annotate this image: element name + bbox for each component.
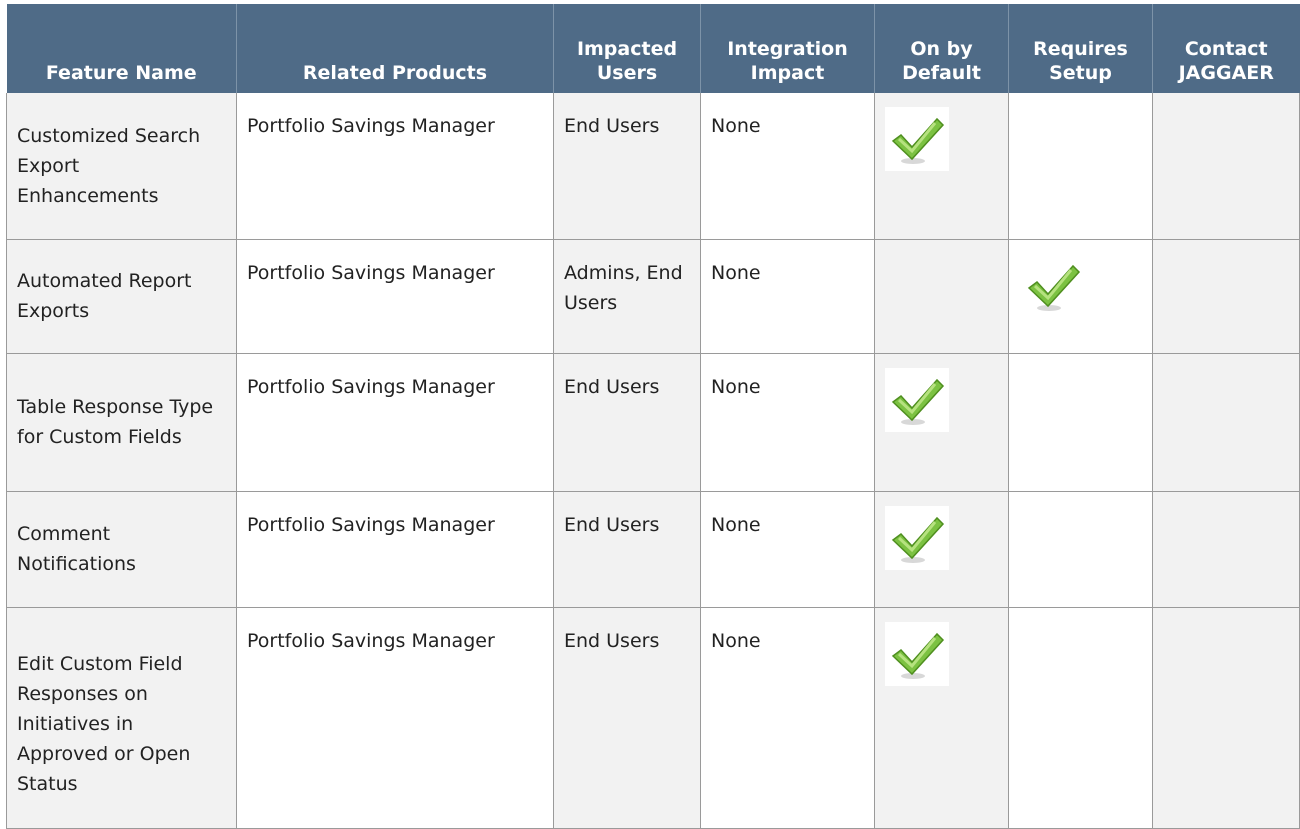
requires-setup-cell	[1008, 607, 1153, 829]
integration-impact-cell: None	[700, 353, 875, 492]
impacted-users-cell: End Users	[553, 353, 701, 492]
table-row: Customized Search Export Enhancements Po…	[6, 93, 1300, 240]
impacted-users-cell: End Users	[553, 491, 701, 608]
related-products-cell: Portfolio Savings Manager	[236, 607, 554, 829]
on-by-default-cell	[874, 491, 1009, 608]
checkmark-icon	[885, 505, 949, 570]
requires-setup-cell	[1008, 353, 1153, 492]
table-row: Automated Report Exports Portfolio Savin…	[6, 239, 1300, 354]
feature-name-cell: Comment Notifications	[6, 491, 237, 608]
related-products-cell: Portfolio Savings Manager	[236, 491, 554, 608]
on-by-default-cell	[874, 239, 1009, 354]
checkmark-icon	[885, 107, 949, 171]
feature-table-container: Feature Name Related Products Impacted U…	[6, 4, 1300, 829]
requires-setup-cell	[1008, 93, 1153, 240]
table-row: Comment Notifications Portfolio Savings …	[6, 491, 1300, 608]
feature-name-cell: Edit Custom Field Responses on Initiativ…	[6, 607, 237, 829]
header-related-products: Related Products	[236, 4, 554, 93]
feature-name-cell: Automated Report Exports	[6, 239, 237, 354]
contact-jaggaer-cell	[1152, 93, 1300, 240]
related-products-cell: Portfolio Savings Manager	[236, 239, 554, 354]
header-contact-jaggaer: Contact JAGGAER	[1152, 4, 1300, 93]
contact-jaggaer-cell	[1152, 353, 1300, 492]
impacted-users-cell: End Users	[553, 93, 701, 240]
table-row: Table Response Type for Custom Fields Po…	[6, 353, 1300, 492]
contact-jaggaer-cell	[1152, 239, 1300, 354]
feature-name-cell: Customized Search Export Enhancements	[6, 93, 237, 240]
impacted-users-cell: Admins, End Users	[553, 239, 701, 354]
checkmark-icon	[885, 621, 949, 686]
related-products-cell: Portfolio Savings Manager	[236, 93, 554, 240]
feature-table: Feature Name Related Products Impacted U…	[6, 4, 1300, 829]
on-by-default-cell	[874, 93, 1009, 240]
checkmark-icon	[885, 367, 949, 432]
on-by-default-cell	[874, 353, 1009, 492]
on-by-default-cell	[874, 607, 1009, 829]
requires-setup-cell	[1008, 491, 1153, 608]
header-feature-name: Feature Name	[6, 4, 237, 93]
table-row: Edit Custom Field Responses on Initiativ…	[6, 607, 1300, 829]
impacted-users-cell: End Users	[553, 607, 701, 829]
integration-impact-cell: None	[700, 607, 875, 829]
header-requires-setup: Requires Setup	[1008, 4, 1153, 93]
checkmark-icon	[1021, 253, 1085, 318]
table-header-row: Feature Name Related Products Impacted U…	[6, 4, 1300, 93]
contact-jaggaer-cell	[1152, 607, 1300, 829]
feature-name-cell: Table Response Type for Custom Fields	[6, 353, 237, 492]
header-on-by-default: On by Default	[874, 4, 1009, 93]
header-integration-impact: Integration Impact	[700, 4, 875, 93]
integration-impact-cell: None	[700, 239, 875, 354]
contact-jaggaer-cell	[1152, 491, 1300, 608]
integration-impact-cell: None	[700, 93, 875, 240]
integration-impact-cell: None	[700, 491, 875, 608]
header-impacted-users: Impacted Users	[553, 4, 701, 93]
requires-setup-cell	[1008, 239, 1153, 354]
related-products-cell: Portfolio Savings Manager	[236, 353, 554, 492]
